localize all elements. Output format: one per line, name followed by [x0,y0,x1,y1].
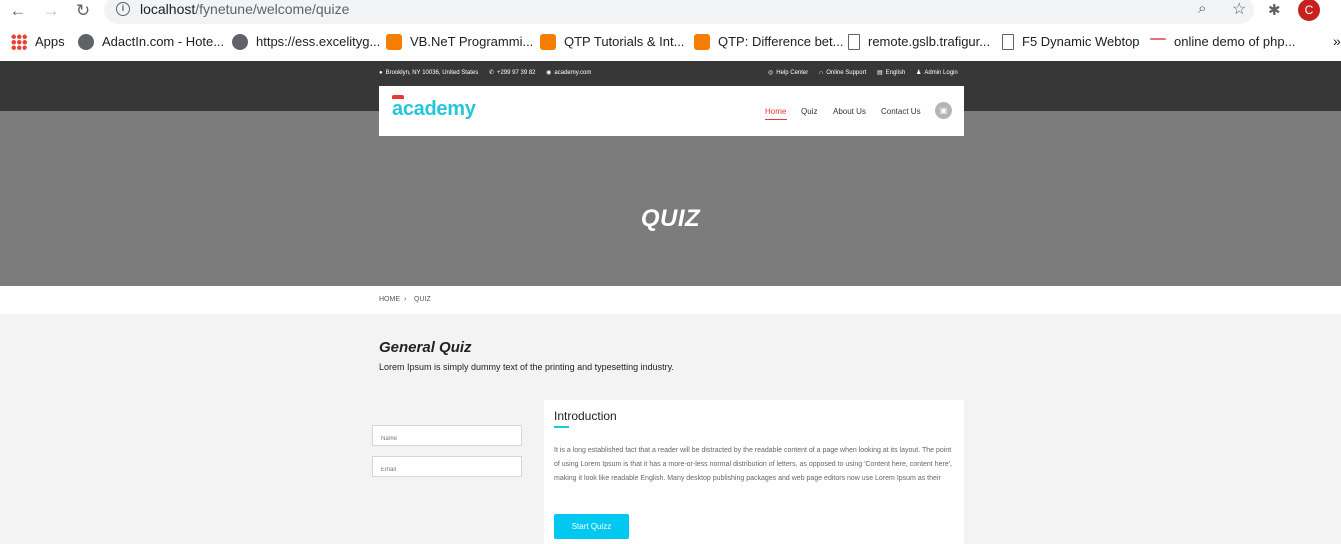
logo-text: academy [392,98,476,120]
website-item: ◉ academy.com [546,70,591,76]
info-icon[interactable]: i [116,2,130,16]
cart-icon[interactable]: ▣ [935,102,952,119]
nav-about-us[interactable]: About Us [833,107,866,116]
bookmark-f5-webtop[interactable]: F5 Dynamic Webtop [1002,33,1140,51]
bookmark-adactin[interactable]: AdactIn.com - Hote... [78,33,224,51]
eye-icon: ◎ [768,70,774,76]
website-text: academy.com [554,70,592,76]
card-text: It is a long established fact that a rea… [554,447,952,482]
url-path: /fynetune/welcome/quize [195,1,350,17]
admin-text: Admin Login [924,70,958,76]
online-support-link[interactable]: ∩ Online Support [819,70,866,76]
phone-item: ✆ +299 97 39 82 [489,70,536,76]
language-link[interactable]: ▤ English [877,70,905,76]
page-title: General Quiz [379,339,472,356]
site-header: academy Home Quiz About Us Contact Us ▣ [379,86,964,136]
contact-info: ● Brooklyn, NY 10036, United States ✆ +299… [379,69,600,76]
nav-contact-us[interactable]: Contact Us [881,107,921,116]
blogger-icon [540,33,556,50]
bookmark-label: online demo of php... [1174,34,1296,49]
bookmark-apps[interactable]: Apps [11,33,65,51]
arrow-right-icon[interactable]: → [40,1,62,21]
profile-avatar[interactable]: C [1298,0,1320,21]
breadcrumb-home[interactable]: HOME [379,296,400,303]
zoom-icon[interactable]: ⌕ [1198,0,1206,17]
banner-title: QUIZ [640,205,701,232]
site-logo[interactable]: academy [392,95,476,121]
bookmark-label: F5 Dynamic Webtop [1022,34,1140,49]
location-pin-icon: ● [379,70,383,76]
breadcrumb-current: QUIZ [414,296,431,303]
arrow-left-icon[interactable]: ← [7,1,29,21]
bookmark-label: https://ess.excelityg... [256,34,381,49]
blogger-icon [386,33,402,50]
blogger-icon [694,33,710,50]
globe-icon: ◉ [546,70,552,76]
name-field[interactable] [372,425,522,446]
bookmark-label: remote.gslb.trafigur... [868,34,991,49]
address-row: ← → ↻ i localhost/fynetune/welcome/quize… [0,0,1341,24]
language-icon: ▤ [876,70,883,76]
globe-icon [78,33,94,50]
document-icon [1002,33,1014,50]
document-icon [848,33,860,50]
intro-card: Introduction It is a long established fa… [544,400,964,544]
bookmark-label: Apps [35,34,65,49]
nav-home[interactable]: Home [765,107,786,116]
address-item: ● Brooklyn, NY 10036, United States [379,70,478,76]
phone-icon: ✆ [488,70,494,76]
bookmark-label: QTP: Difference bet... [718,34,844,49]
language-text: English [885,70,906,76]
user-icon: ♟ [915,70,922,76]
browser-chrome: ← → ↻ i localhost/fynetune/welcome/quize… [0,0,1341,61]
address-text: Brooklyn, NY 10036, United States [385,70,479,76]
start-quiz-button[interactable]: Start Quizz [554,514,629,539]
bookmark-label: QTP Tutorials & Int... [564,34,685,49]
bookmark-qtp-difference[interactable]: QTP: Difference bet... [694,33,843,51]
breadcrumb-separator: › [404,296,407,303]
more-bookmarks-icon[interactable]: » [1333,33,1341,49]
address-bar[interactable]: i localhost/fynetune/welcome/quize ⌕ ☆ [104,0,1254,24]
bookmark-label: AdactIn.com - Hote... [102,34,225,49]
bookmark-vbnet[interactable]: VB.NeT Programmi... [386,33,533,51]
phone-text: +299 97 39 82 [496,70,536,76]
nav-quiz[interactable]: Quiz [801,107,817,116]
graduation-cap-icon [392,95,404,99]
bookmark-remote-gslb[interactable]: remote.gslb.trafigur... [848,33,990,51]
support-text: Online Support [826,70,867,76]
dash-icon [1150,37,1166,40]
bookmark-label: VB.NeT Programmi... [410,34,534,49]
url-text[interactable]: localhost/fynetune/welcome/quize [140,1,349,17]
help-center-link[interactable]: ◎ Help Center [768,70,808,76]
puzzle-icon[interactable]: ✱ [1268,1,1281,19]
nav-active-underline [765,119,787,120]
topbar-links: ◎ Help Center ∩ Online Support ▤ English ♟ A… [768,69,958,76]
url-host: localhost [140,1,196,17]
headset-icon: ∩ [818,70,824,76]
bookmark-php-demo[interactable]: online demo of php... [1150,33,1295,51]
apps-grid-icon [11,33,27,50]
bookmarks-bar: Apps AdactIn.com - Hote... https://ess.e… [0,30,1341,54]
help-text: Help Center [776,70,809,76]
bookmark-excelity[interactable]: https://ess.excelityg... [232,33,380,51]
admin-login-link[interactable]: ♟ Admin Login [916,70,958,76]
reload-icon[interactable]: ↻ [72,1,94,21]
email-field[interactable] [372,456,522,477]
title-underline [554,426,569,428]
page-banner: QUIZ [0,111,1341,286]
star-icon[interactable]: ☆ [1232,0,1246,19]
globe-icon [232,33,248,50]
bookmark-qtp-tutorials[interactable]: QTP Tutorials & Int... [540,33,684,51]
breadcrumb: HOME › QUIZ [0,286,1341,314]
card-title: Introduction [554,409,617,423]
page-subtitle: Lorem Ipsum is simply dummy text of the … [379,362,674,372]
